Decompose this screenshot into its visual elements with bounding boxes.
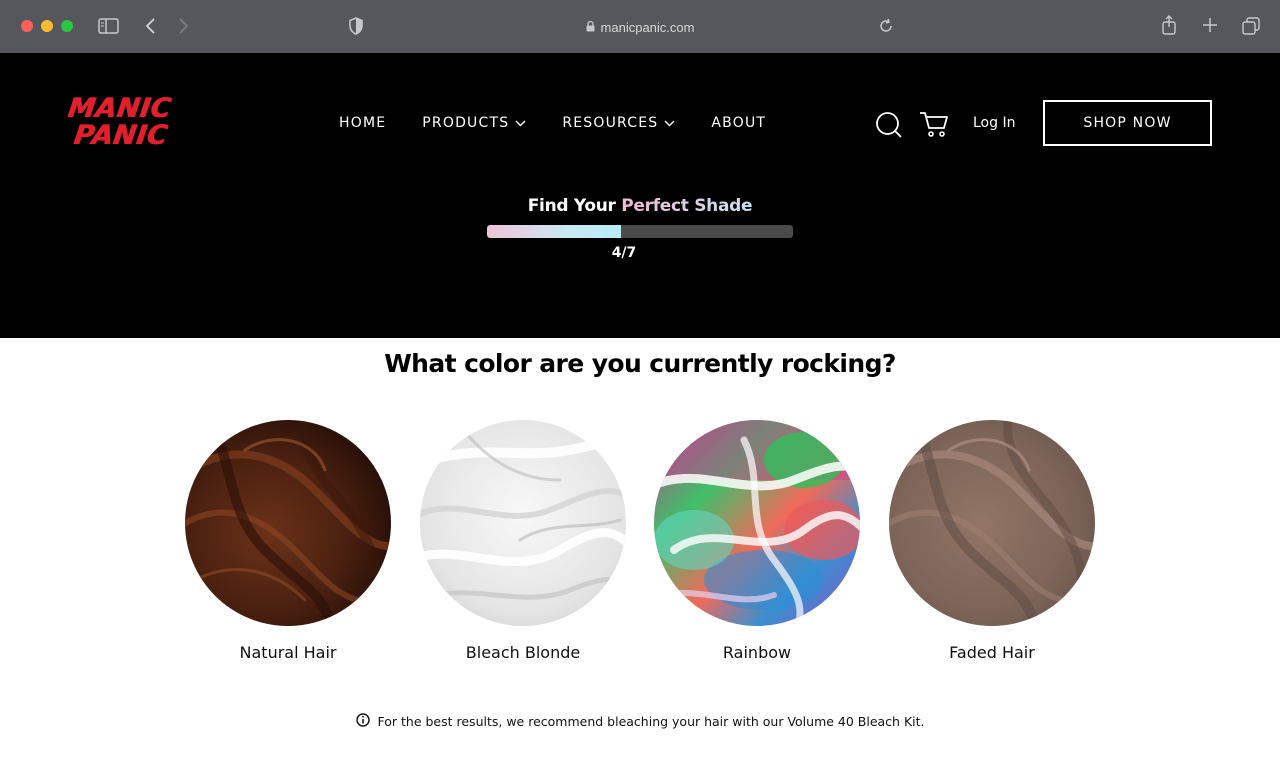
bleach-blonde-swatch — [420, 420, 626, 626]
quiz-progress-fill — [487, 225, 621, 238]
logo-line-1: MANIC — [65, 93, 173, 124]
nav-products[interactable]: PRODUCTS — [422, 115, 526, 131]
back-icon[interactable] — [144, 17, 158, 35]
option-label: Rainbow — [722, 643, 792, 662]
main-nav: HOME PRODUCTS RESOURCES ABOUT — [339, 115, 802, 131]
option-label: Faded Hair — [949, 643, 1035, 662]
torn-paper-edge — [0, 258, 1280, 330]
option-faded-hair[interactable]: Faded Hair — [889, 420, 1095, 662]
chevron-down-icon — [515, 115, 526, 131]
quiz-title-part2: Perfect Shade — [621, 196, 753, 216]
quiz-step-counter: 4/7 — [611, 245, 637, 261]
url-text: manicpanic.com — [600, 19, 695, 35]
nav-about-label: ABOUT — [711, 115, 767, 131]
cart-icon[interactable] — [919, 110, 949, 143]
quiz-question: What color are you currently rocking? — [384, 349, 896, 378]
natural-hair-swatch — [185, 420, 391, 626]
tab-overview-icon[interactable] — [1242, 17, 1260, 35]
minimize-window-button[interactable] — [41, 20, 53, 32]
shop-now-label: SHOP NOW — [1083, 115, 1172, 131]
info-icon — [355, 713, 370, 730]
chevron-down-icon — [664, 115, 675, 131]
logo-line-2: PANIC — [71, 120, 170, 151]
option-label: Bleach Blonde — [465, 643, 581, 662]
forward-icon[interactable] — [176, 17, 190, 35]
search-icon[interactable] — [875, 111, 903, 144]
option-bleach-blonde[interactable]: Bleach Blonde — [420, 420, 626, 662]
option-label: Natural Hair — [239, 643, 337, 662]
option-natural-hair[interactable]: Natural Hair — [185, 420, 391, 662]
shop-now-button[interactable]: SHOP NOW — [1043, 100, 1212, 146]
bleach-recommendation-note: For the best results, we recommend bleac… — [0, 713, 1280, 730]
nav-products-label: PRODUCTS — [422, 115, 510, 131]
nav-home-label: HOME — [339, 115, 387, 131]
faded-hair-swatch — [889, 420, 1095, 626]
site: MANIC PANIC HOME PRODUCTS RESOURCES ABOU… — [0, 53, 1280, 784]
nav-about[interactable]: ABOUT — [711, 115, 766, 131]
option-rainbow[interactable]: Rainbow — [654, 420, 860, 662]
quiz-title: Find Your Perfect Shade — [0, 196, 1280, 216]
browser-toolbar: manicpanic.com — [0, 0, 1280, 53]
login-link[interactable]: Log In — [973, 115, 1015, 131]
nav-resources[interactable]: RESOURCES — [562, 115, 675, 131]
nav-home[interactable]: HOME — [339, 115, 386, 131]
new-tab-icon[interactable] — [1202, 17, 1218, 33]
address-bar[interactable]: manicpanic.com — [540, 17, 740, 37]
close-window-button[interactable] — [21, 20, 33, 32]
privacy-shield-icon[interactable] — [348, 17, 364, 35]
manic-panic-logo[interactable]: MANIC PANIC — [65, 93, 190, 153]
quiz-options: Natural Hair Bleach Blonde Rainbow Faded… — [185, 420, 1095, 670]
nav-resources-label: RESOURCES — [562, 115, 659, 131]
rainbow-swatch — [654, 420, 860, 626]
reload-icon[interactable] — [878, 18, 894, 34]
note-text: For the best results, we recommend bleac… — [377, 714, 925, 729]
lock-icon — [586, 20, 595, 35]
quiz-title-part1: Find Your — [527, 196, 616, 216]
share-icon[interactable] — [1160, 15, 1178, 35]
maximize-window-button[interactable] — [61, 20, 73, 32]
quiz-progress-bar — [487, 225, 793, 238]
sidebar-toggle-icon[interactable] — [98, 17, 120, 35]
